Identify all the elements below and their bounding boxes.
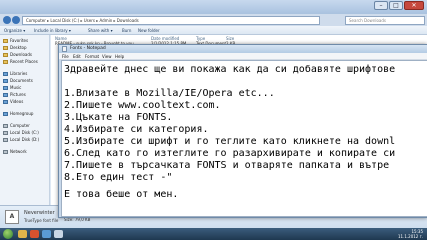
- notepad-text-area[interactable]: Здравейте днес ще ви покажа как да си до…: [61, 60, 427, 217]
- start-button[interactable]: [3, 229, 13, 239]
- notepad-window: Fonts - Notepad File Edit Format View He…: [58, 44, 427, 218]
- text-line: 5.Избирате си шрифт и го теглите като кл…: [64, 136, 396, 147]
- browser-taskbar-icon[interactable]: [30, 230, 39, 238]
- drive-icon: [3, 130, 8, 135]
- sidebar-item-network[interactable]: Network: [3, 149, 27, 154]
- text-line: 1.Влизате в Mozilla/IE/Opera etc...: [64, 88, 275, 99]
- navigation-pane: Favorites Desktop Downloads Recent Place…: [0, 35, 50, 205]
- folder-icon: [3, 45, 8, 50]
- notepad-menu-bar: File Edit Format View Help: [59, 53, 427, 60]
- taskbar: 15:35 11.1.2012 г.: [0, 228, 427, 240]
- sidebar-item-local-disk-d[interactable]: Local Disk (D:): [3, 137, 39, 142]
- star-icon: [3, 38, 8, 43]
- text-line: 8.Ето един тест -": [64, 172, 173, 183]
- sidebar-item-label: Homegroup: [10, 111, 34, 116]
- clock-date: 11.1.2012 г.: [397, 234, 423, 239]
- sidebar-item-music[interactable]: Music: [3, 85, 21, 90]
- sidebar-item-libraries[interactable]: Libraries: [3, 71, 27, 76]
- system-clock[interactable]: 15:35 11.1.2012 г.: [398, 229, 423, 239]
- sidebar-item-computer[interactable]: Computer: [3, 123, 30, 128]
- font-file-icon: A: [5, 210, 19, 224]
- sidebar-item-label: Pictures: [10, 92, 26, 97]
- sidebar-item-label: Favorites: [10, 38, 29, 43]
- sidebar-item-pictures[interactable]: Pictures: [3, 92, 26, 97]
- library-icon: [3, 99, 8, 104]
- library-icon: [3, 111, 8, 116]
- text-line: Здравейте днес ще ви покажа как да си до…: [64, 64, 396, 75]
- text-line: 7.Пишете в търсачката FONTS и отваряте п…: [64, 160, 390, 171]
- menu-help[interactable]: Help: [115, 54, 124, 59]
- sidebar-item-label: Local Disk (D:): [10, 137, 40, 142]
- menu-file[interactable]: File: [62, 54, 69, 59]
- sidebar-item-label: Desktop: [10, 45, 27, 50]
- text-line: Е това беше от мен.: [64, 189, 179, 200]
- sidebar-item-label: Music: [10, 85, 22, 90]
- sidebar-item-label: Recent Places: [10, 59, 38, 64]
- notepad-title: Fonts - Notepad: [70, 46, 106, 51]
- menu-view[interactable]: View: [102, 54, 112, 59]
- sidebar-item-desktop[interactable]: Desktop: [3, 45, 27, 50]
- folder-icon: [3, 59, 8, 64]
- sidebar-item-label: Network: [10, 149, 27, 154]
- address-row: Computer ▸ Local Disk (C:) ▸ Users ▸ Adm…: [0, 14, 427, 26]
- sidebar-item-label: Computer: [10, 123, 30, 128]
- sidebar-item-label: Videos: [10, 99, 24, 104]
- close-icon[interactable]: ✕: [404, 1, 424, 10]
- sidebar-item-label: Libraries: [10, 71, 28, 76]
- sidebar-item-favorites[interactable]: Favorites: [3, 38, 28, 43]
- text-line: 6.След като го изтеглите го разархивират…: [64, 148, 396, 159]
- text-line: 2.Пишете www.cooltext.com.: [64, 100, 221, 111]
- new-folder-button[interactable]: New folder: [138, 28, 160, 33]
- details-file-name: Neverwinter: [24, 210, 55, 216]
- sidebar-item-label: Documents: [10, 78, 33, 83]
- sidebar-item-documents[interactable]: Documents: [3, 78, 33, 83]
- sidebar-item-local-disk-c[interactable]: Local Disk (C:): [3, 130, 39, 135]
- explorer-titlebar[interactable]: – □ ✕: [0, 0, 427, 14]
- forward-arrow-icon[interactable]: [12, 16, 20, 24]
- explorer-toolbar: Organize ▾ Include in library ▾ Share wi…: [0, 26, 427, 35]
- drive-icon: [3, 149, 8, 154]
- burn-button[interactable]: Burn: [122, 28, 131, 33]
- sidebar-item-recent-places[interactable]: Recent Places: [3, 59, 38, 64]
- library-icon: [3, 92, 8, 97]
- library-icon: [3, 71, 8, 76]
- drive-icon: [3, 137, 8, 142]
- folder-icon: [3, 52, 8, 57]
- notepad-titlebar[interactable]: Fonts - Notepad: [59, 45, 427, 53]
- media-taskbar-icon[interactable]: [42, 230, 51, 238]
- library-icon: [3, 78, 8, 83]
- minimize-icon[interactable]: –: [374, 1, 388, 10]
- address-bar[interactable]: Computer ▸ Local Disk (C:) ▸ Users ▸ Adm…: [22, 16, 320, 25]
- sidebar-item-homegroup[interactable]: Homegroup: [3, 111, 33, 116]
- library-icon: [3, 85, 8, 90]
- text-line: 4.Избирате си категория.: [64, 124, 209, 135]
- share-with-button[interactable]: Share with ▾: [88, 28, 113, 33]
- sidebar-item-videos[interactable]: Videos: [3, 99, 23, 104]
- search-input[interactable]: Search Downloads: [345, 16, 425, 25]
- explorer-taskbar-icon[interactable]: [18, 230, 27, 238]
- include-in-library-button[interactable]: Include in library ▾: [34, 28, 71, 33]
- explorer-window-controls: – □ ✕: [374, 1, 424, 10]
- drive-icon: [3, 123, 8, 128]
- sidebar-item-label: Downloads: [10, 52, 32, 57]
- sidebar-item-downloads[interactable]: Downloads: [3, 52, 32, 57]
- text-line: 3.Цъкате на FONTS.: [64, 112, 173, 123]
- notepad-icon: [62, 46, 67, 52]
- sidebar-item-label: Local Disk (C:): [10, 130, 39, 135]
- menu-format[interactable]: Format: [85, 54, 99, 59]
- details-file-type: TrueType font file: [24, 218, 59, 223]
- maximize-icon[interactable]: □: [389, 1, 403, 10]
- back-arrow-icon[interactable]: [3, 16, 11, 24]
- organize-button[interactable]: Organize ▾: [4, 28, 25, 33]
- menu-edit[interactable]: Edit: [73, 54, 81, 59]
- notepad-taskbar-icon[interactable]: [54, 230, 63, 238]
